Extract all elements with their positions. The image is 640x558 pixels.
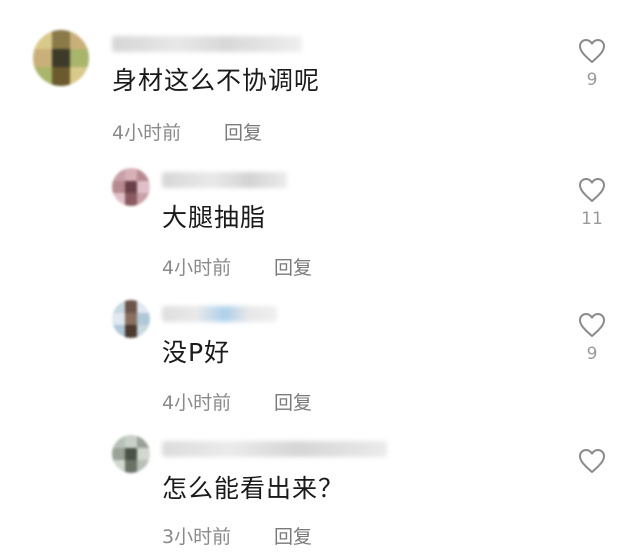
avatar-pixel: [124, 168, 139, 182]
comment-item: 怎么能看出来？ 3小时前 回复: [0, 0, 640, 548]
heart-icon: [577, 177, 607, 203]
avatar-pixel: [112, 460, 126, 473]
heart-icon: [577, 448, 607, 474]
avatar[interactable]: [112, 300, 150, 338]
username-blurred[interactable]: [162, 306, 277, 322]
comment-meta: 4小时前 回复: [162, 253, 362, 279]
comment-list: 身材这么不协调呢 4小时前 回复 9 大腿抽脂 4小时前 回复 11 没P好 4…: [0, 0, 640, 558]
comment-text: 大腿抽脂: [162, 203, 267, 232]
username-blurred[interactable]: [162, 441, 387, 457]
avatar[interactable]: [112, 435, 150, 473]
like-button[interactable]: 9: [577, 312, 607, 364]
avatar-pixel: [124, 447, 139, 462]
reply-button[interactable]: 回复: [274, 388, 312, 415]
avatar-pixel: [112, 300, 126, 314]
comment-text: 没P好: [162, 338, 231, 367]
avatar-pixel: [137, 300, 150, 314]
avatar-pixel: [112, 447, 126, 462]
comment-meta: 4小时前 回复: [162, 388, 362, 414]
like-count: 11: [581, 209, 603, 229]
comment-text: 怎么能看出来？: [162, 474, 345, 503]
like-button[interactable]: 11: [577, 177, 607, 229]
avatar-pixel: [124, 180, 139, 195]
comment-time: 4小时前: [162, 257, 232, 279]
avatar-pixel: [137, 168, 150, 182]
avatar-pixel: [137, 312, 150, 327]
avatar-pixel: [137, 193, 150, 206]
like-button[interactable]: [577, 448, 607, 480]
avatar-pixel: [112, 325, 126, 338]
avatar-pixel: [112, 180, 126, 195]
reply-button[interactable]: 回复: [274, 253, 312, 280]
heart-icon: [577, 312, 607, 338]
avatar-pixel: [112, 168, 126, 182]
avatar-pixel: [137, 180, 150, 195]
avatar-pixel: [112, 193, 126, 206]
avatar-pixel: [124, 300, 139, 314]
avatar-pixel: [124, 312, 139, 327]
avatar-pixel: [137, 435, 150, 449]
avatar-pixel: [112, 312, 126, 327]
avatar-pixel: [124, 193, 139, 206]
avatar-pixel: [137, 447, 150, 462]
avatar-pixel: [137, 325, 150, 338]
avatar-pixel: [112, 435, 126, 449]
avatar-pixel: [124, 435, 139, 449]
avatar-pixel: [124, 460, 139, 473]
avatar-pixel: [137, 460, 150, 473]
reply-button[interactable]: 回复: [274, 522, 312, 549]
comment-time: 4小时前: [162, 392, 232, 414]
comment-time: 3小时前: [162, 526, 232, 548]
comment-meta: 3小时前 回复: [162, 522, 362, 548]
avatar-pixel: [124, 325, 139, 338]
avatar[interactable]: [112, 168, 150, 206]
username-blurred[interactable]: [162, 172, 287, 188]
like-count: 9: [586, 344, 598, 364]
